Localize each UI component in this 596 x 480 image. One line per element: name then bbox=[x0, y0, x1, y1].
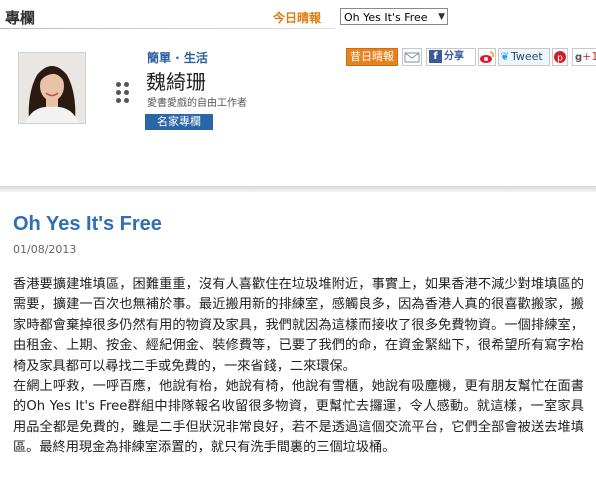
twitter-icon: ❦ bbox=[500, 50, 510, 63]
pinterest-icon: p bbox=[554, 51, 566, 64]
weibo-share-button[interactable] bbox=[478, 48, 496, 66]
mail-icon bbox=[404, 52, 420, 63]
section-divider bbox=[0, 186, 596, 192]
article-select-value: Oh Yes It's Free bbox=[344, 11, 428, 24]
google-plus-icon: g bbox=[575, 52, 583, 63]
author-description: 愛書愛戲的自由工作者 bbox=[147, 98, 247, 109]
drag-handle-icon[interactable] bbox=[116, 82, 132, 104]
article-paragraph: 在網上呼救，一呼百應，他說有枱，她說有椅，他說有雪櫃，她說有吸塵機，更有朋友幫忙… bbox=[13, 379, 584, 456]
top-rule bbox=[0, 28, 335, 29]
today-report-link[interactable]: 今日晴報 bbox=[273, 9, 321, 26]
article-paragraph: 香港要擴建堆填區，困難重重，沒有人喜歡住在垃圾堆附近，事實上，如果香港不減少對堆… bbox=[13, 277, 584, 374]
pinterest-share-button[interactable]: p bbox=[552, 48, 568, 66]
facebook-icon: f bbox=[429, 50, 442, 63]
facebook-share-label: 分享 bbox=[444, 51, 464, 62]
article-select[interactable]: Oh Yes It's Free ▼ bbox=[340, 8, 448, 25]
columnist-badge[interactable]: 名家專欄 bbox=[145, 114, 213, 130]
tweet-label: Tweet bbox=[511, 50, 543, 63]
author-panel: 簡單 · 生活 魏綺珊 愛書愛戲的自由工作者 名家專欄 昔日晴報 f 分享 ❦Tw… bbox=[4, 46, 596, 176]
google-plus-label: +1 bbox=[582, 50, 596, 63]
chevron-down-icon: ▼ bbox=[438, 12, 445, 22]
column-category[interactable]: 簡單 · 生活 bbox=[147, 49, 208, 66]
facebook-share-button[interactable]: f 分享 bbox=[426, 48, 476, 66]
tweet-button[interactable]: ❦Tweet bbox=[498, 48, 550, 66]
email-share-button[interactable] bbox=[402, 48, 422, 66]
section-title: 專欄 bbox=[5, 9, 36, 27]
article-body: 香港要擴建堆填區，困難重重，沒有人喜歡住在垃圾堆附近，事實上，如果香港不減少對堆… bbox=[13, 275, 584, 459]
top-bar: 專欄 今日晴報 Oh Yes It's Free ▼ bbox=[0, 0, 596, 34]
svg-text:p: p bbox=[557, 54, 563, 64]
article-title: Oh Yes It's Free bbox=[13, 213, 162, 235]
past-reports-button[interactable]: 昔日晴報 bbox=[346, 48, 398, 66]
author-portrait-icon bbox=[19, 53, 85, 123]
author-name: 魏綺珊 bbox=[146, 70, 206, 94]
author-photo bbox=[18, 52, 86, 124]
article-date: 01/08/2013 bbox=[13, 243, 77, 256]
weibo-icon bbox=[480, 51, 494, 63]
google-plus-button[interactable]: g+1 bbox=[572, 48, 596, 66]
